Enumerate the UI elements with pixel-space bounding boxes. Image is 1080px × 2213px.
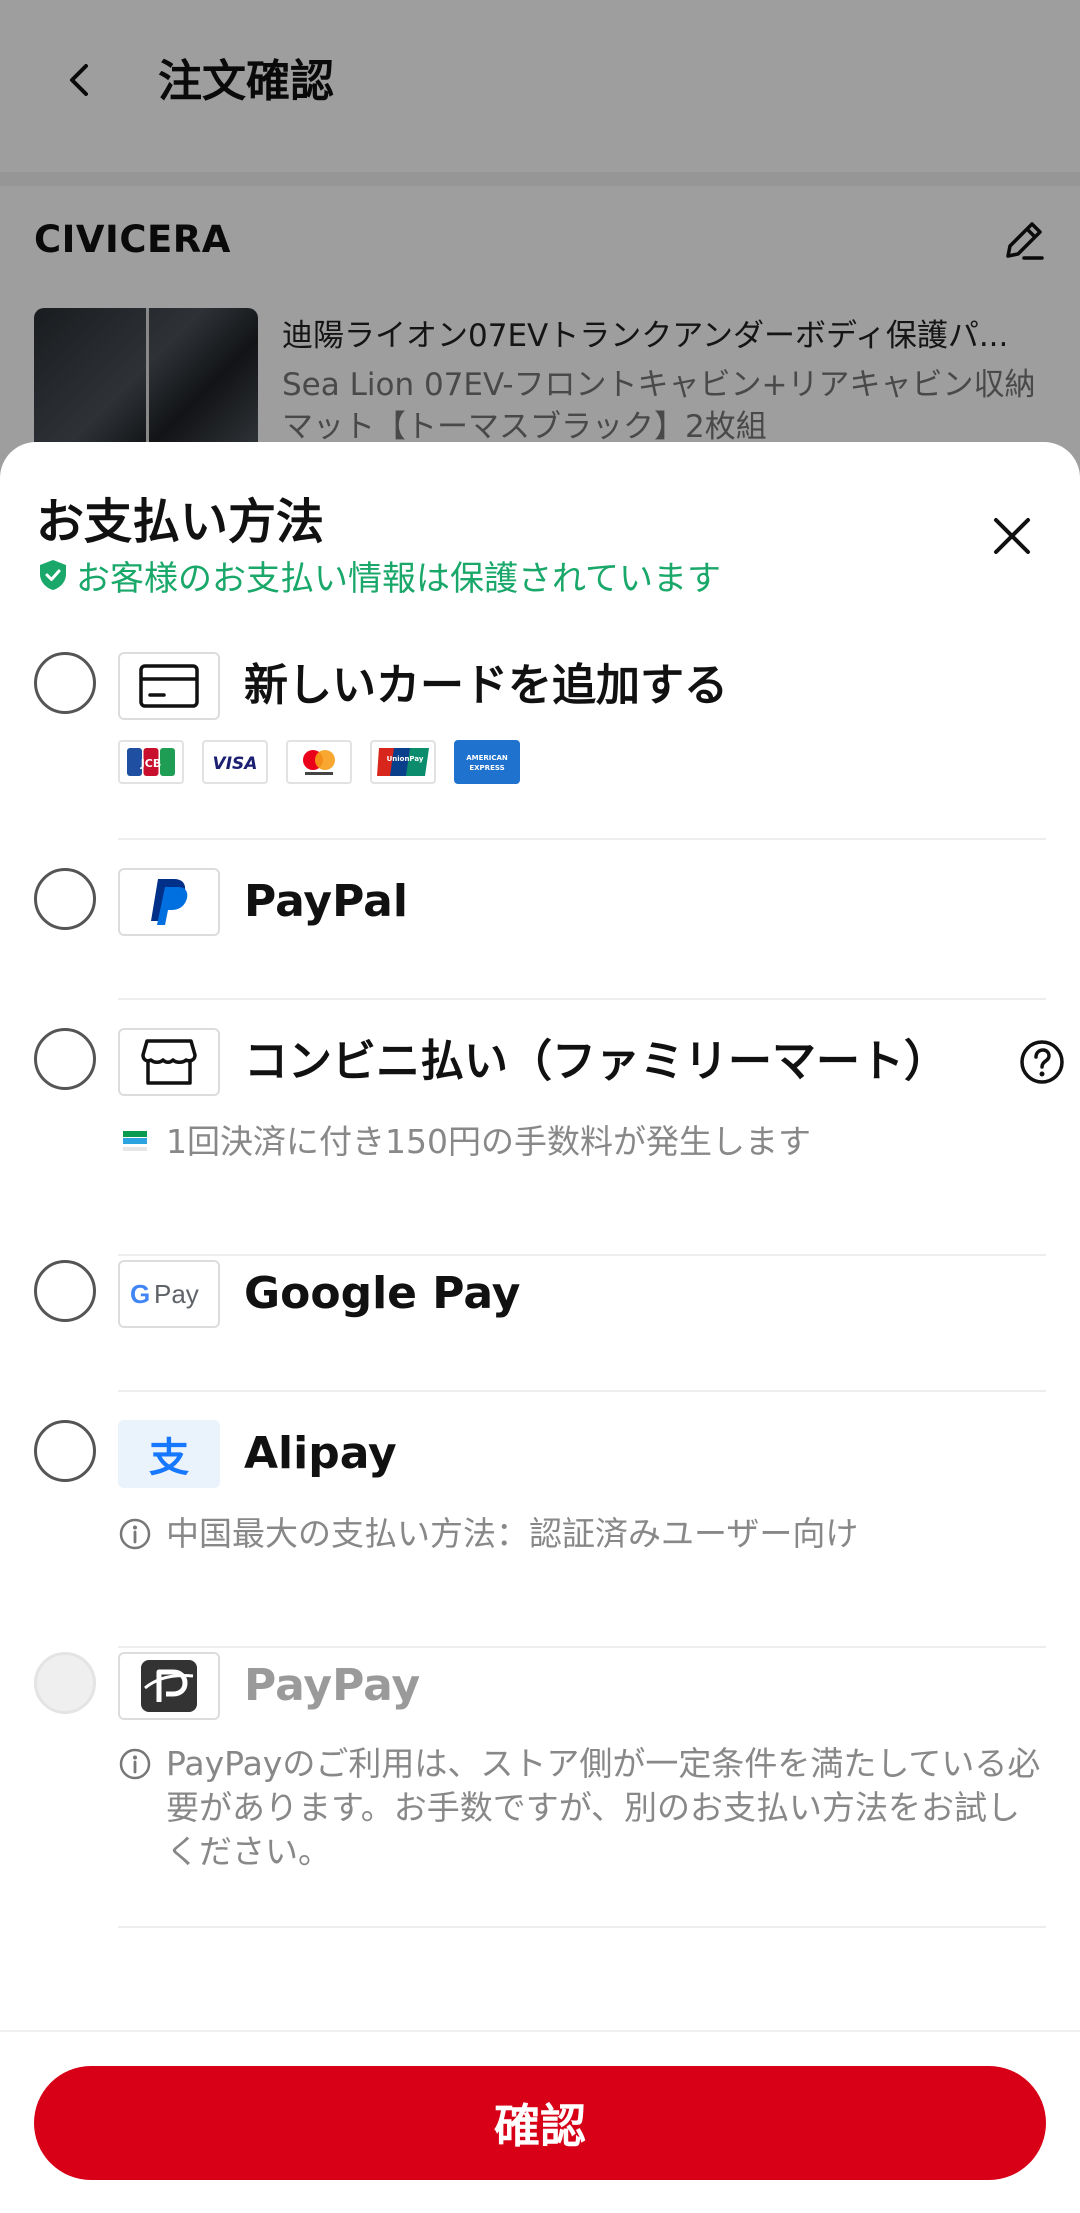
jcb-icon: JCB [118,740,184,784]
unionpay-icon: UnionPay [370,740,436,784]
divider [118,1926,1046,1928]
store-icon [141,1039,197,1085]
close-icon [994,518,1030,554]
svg-text:VISA: VISA [213,754,258,774]
info-icon [119,1748,151,1780]
paypal-icon [151,879,188,925]
secure-notice: お客様のお支払い情報は保護されています [36,550,721,600]
sheet-title: お支払い方法 [36,494,325,550]
order-confirm-screen: 注文確認 CIVICERA 迪陽ライオン07EVトランクアンダーボディ保護パ..… [0,0,1080,2213]
payment-option-icon-box: G Pay [118,1260,220,1328]
credit-card-icon [139,664,199,708]
confirm-button[interactable]: 確認 [34,2066,1046,2180]
radio-alipay[interactable] [34,1420,96,1482]
alipay-note-text: 中国最大の支払い方法：認証済みユーザー向け [166,1514,859,1553]
alipay-note: 中国最大の支払い方法：認証済みユーザー向け [118,1512,1048,1556]
payment-option-icon-box [118,1028,220,1096]
question-icon [1020,1040,1064,1084]
svg-text:JCB: JCB [140,757,162,770]
footer-divider [0,2030,1080,2032]
radio-google-pay[interactable] [34,1260,96,1322]
shield-check-icon [40,560,66,590]
svg-text:AMERICAN: AMERICAN [466,754,508,762]
payment-option-icon-box [118,652,220,720]
radio-paypay [34,1652,96,1714]
payment-option-label: Alipay [244,1428,397,1479]
visa-icon: VISA [202,740,268,784]
payment-option-icon-box: 支 [118,1420,220,1488]
radio-paypal[interactable] [34,868,96,930]
secure-text: お客様のお支払い情報は保護されています [76,558,721,599]
payment-option-icon-box [118,1652,220,1720]
payment-option-label: PayPal [244,876,408,927]
close-button[interactable] [986,510,1038,562]
payment-option-label: PayPay [244,1660,421,1711]
payment-option-label: Google Pay [244,1268,521,1319]
fee-note-text: 1回決済に付き150円の手数料が発生します [166,1122,811,1161]
svg-text:G: G [130,1279,150,1309]
card-brand-list: JCB VISA UnionPay AMERICAN EXPRESS [118,740,520,784]
svg-text:UnionPay: UnionPay [387,755,424,763]
divider [118,1390,1046,1392]
payment-option-label: コンビニ払い（ファミリーマート） [244,1036,948,1087]
paypay-note-text: PayPayのご利用は、ストア側が一定条件を満たしている必要があります。お手数で… [166,1744,1041,1871]
divider [118,1646,1046,1648]
divider [118,838,1046,840]
divider [118,998,1046,1000]
radio-new-card[interactable] [34,652,96,714]
paypay-icon [141,1660,197,1712]
paypay-note: PayPayのご利用は、ストア側が一定条件を満たしている必要があります。お手数で… [118,1742,1048,1874]
radio-konbini[interactable] [34,1028,96,1090]
fee-note: 1回決済に付き150円の手数料が発生します [118,1120,1048,1164]
amex-icon: AMERICAN EXPRESS [454,740,520,784]
familymart-icon [123,1131,147,1151]
mastercard-icon [286,740,352,784]
svg-text:Pay: Pay [154,1279,199,1309]
help-button[interactable] [1018,1038,1066,1086]
google-pay-icon: G Pay [130,1279,199,1309]
alipay-icon: 支 [149,1435,189,1481]
payment-option-icon-box [118,868,220,936]
info-icon [119,1518,151,1550]
svg-text:EXPRESS: EXPRESS [469,764,504,772]
payment-method-sheet: お支払い方法 お客様のお支払い情報は保護されています 新しいカードを追加する J… [0,442,1080,2213]
divider [118,1254,1046,1256]
payment-option-label: 新しいカードを追加する [244,660,728,711]
